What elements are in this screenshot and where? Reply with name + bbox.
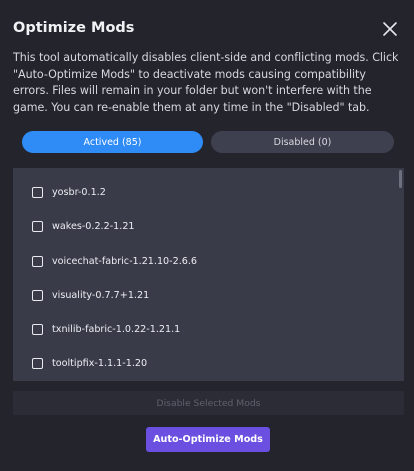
list-item[interactable]: txnilib-fabric-1.0.22-1.21.1 (13, 317, 393, 341)
tab-disabled[interactable]: Disabled (0) (211, 131, 394, 153)
mod-checkbox[interactable] (32, 186, 43, 198)
mod-name: yosbr-0.1.2 (52, 186, 106, 198)
list-item[interactable]: voicechat-fabric-1.21.10-2.6.6 (13, 249, 393, 273)
list-item[interactable]: wakes-0.2.2-1.21 (13, 214, 393, 238)
close-button[interactable] (380, 19, 400, 39)
optimize-mods-dialog: Optimize Mods This tool automatically di… (0, 0, 414, 471)
mod-checkbox[interactable] (32, 357, 43, 369)
close-icon (383, 22, 397, 36)
tab-bar: Actived (85) Disabled (0) (22, 131, 394, 153)
dialog-title: Optimize Mods (13, 20, 135, 36)
dialog-description: This tool automatically disables client-… (13, 51, 399, 114)
mod-list[interactable]: yosbr-0.1.2 wakes-0.2.2-1.21 voicechat-f… (13, 168, 404, 381)
list-item[interactable]: tooltipfix-1.1.1-1.20 (13, 351, 393, 375)
list-item[interactable]: visuality-0.7.7+1.21 (13, 283, 393, 307)
mod-name: tooltipfix-1.1.1-1.20 (52, 357, 148, 369)
scrollbar-thumb[interactable] (399, 170, 402, 188)
mod-checkbox[interactable] (32, 323, 43, 335)
mod-checkbox[interactable] (32, 220, 43, 232)
tab-actived[interactable]: Actived (85) (22, 131, 203, 153)
mod-name: txnilib-fabric-1.0.22-1.21.1 (52, 323, 181, 335)
disable-selected-button[interactable]: Disable Selected Mods (13, 391, 404, 415)
auto-optimize-button[interactable]: Auto-Optimize Mods (146, 427, 270, 452)
mod-checkbox[interactable] (32, 289, 43, 301)
mod-name: visuality-0.7.7+1.21 (52, 289, 150, 301)
mod-name: wakes-0.2.2-1.21 (52, 220, 135, 232)
mod-name: voicechat-fabric-1.21.10-2.6.6 (52, 255, 198, 267)
mod-checkbox[interactable] (32, 255, 43, 267)
list-item[interactable]: yosbr-0.1.2 (13, 180, 393, 204)
